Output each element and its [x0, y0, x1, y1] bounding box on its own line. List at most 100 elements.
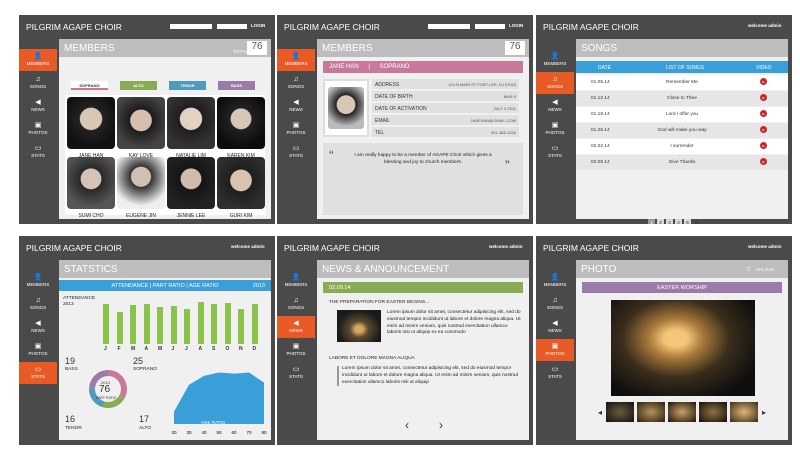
welcome-text: welcome admin	[489, 244, 523, 249]
username-field[interactable]	[428, 24, 470, 29]
page-button[interactable]: 5	[684, 219, 691, 224]
bass-count: 19	[65, 356, 76, 366]
page-button[interactable]: 2	[657, 219, 664, 224]
member-tile[interactable]: KAY LOVE	[117, 97, 165, 159]
welcome-text: welcome admin	[748, 244, 782, 249]
nav-stats[interactable]: ▭ STATS	[19, 362, 57, 384]
quote-close: ”	[505, 157, 510, 173]
password-field[interactable]	[217, 24, 247, 29]
nav-photos[interactable]: ▣ PHOTOS	[19, 339, 57, 361]
song-row[interactable]: 02.02.14 I surrender ▸	[576, 139, 788, 154]
member-tile[interactable]: GURI KIM	[217, 157, 265, 219]
nav-stats[interactable]: ▭ STATS	[536, 362, 574, 384]
nav-photos[interactable]: ▣ PHOTOS	[536, 118, 574, 140]
user-icon: 👤	[291, 53, 301, 60]
nav-photos[interactable]: ▣ PHOTOS	[277, 339, 315, 361]
nav-songs[interactable]: ♫ SONGS	[277, 72, 315, 94]
nav-photos[interactable]: ▣ PHOTOS	[277, 118, 315, 140]
nav-news[interactable]: ◀ NEWS	[19, 316, 57, 338]
nav-stats[interactable]: ▭ STATS	[536, 141, 574, 163]
page-button[interactable]: 4	[675, 219, 682, 224]
sidebar: 👤 MEMBERS ♫ SONGS ◀ NEWS ▣ PHOTOS ▭ STATS	[536, 39, 574, 224]
nav-news[interactable]: ◀ NEWS	[277, 316, 315, 338]
next-photo-icon[interactable]: ▸	[762, 408, 766, 417]
soprano-count: 25	[133, 356, 144, 366]
nav-news[interactable]: ◀ NEWS	[536, 316, 574, 338]
prev-photo-icon[interactable]: ◂	[598, 408, 602, 417]
nav-songs[interactable]: ♫ SONGS	[536, 293, 574, 315]
login-button[interactable]: LOGIN	[251, 23, 265, 28]
nav-songs[interactable]: ♫ SONGS	[536, 72, 574, 94]
song-row[interactable]: 01.19.14 Lord I offer you ▸	[576, 107, 788, 122]
user-icon: 👤	[291, 274, 301, 281]
col-date: DATE	[598, 65, 611, 71]
attendance-bar	[143, 304, 150, 344]
play-icon[interactable]: ▸	[760, 126, 767, 133]
song-row[interactable]: 01.26.14 God will make you way ▸	[576, 123, 788, 138]
nav-photos[interactable]: ▣ PHOTOS	[19, 118, 57, 140]
attendance-bar	[170, 306, 177, 344]
thumbnail[interactable]	[668, 402, 696, 422]
tab-bass[interactable]: BASS	[218, 81, 255, 90]
attendance-month-label: A	[198, 346, 203, 352]
nav-members[interactable]: 👤 MEMBERS	[19, 49, 57, 71]
megaphone-icon: ◀	[552, 99, 558, 106]
nav-photos[interactable]: ▣ PHOTOS	[536, 339, 574, 361]
member-tile[interactable]: JENNIE LEE	[167, 157, 215, 219]
member-photo	[217, 97, 265, 149]
play-icon[interactable]: ▸	[760, 110, 767, 117]
nav-news[interactable]: ◀ NEWS	[19, 95, 57, 117]
attendance-month-label: J	[185, 346, 188, 352]
song-row[interactable]: 02.09.14 Give Thanks ▸	[576, 155, 788, 170]
password-field[interactable]	[475, 24, 505, 29]
nav-members[interactable]: 👤 MEMBERS	[536, 270, 574, 292]
nav-songs[interactable]: ♫ SONGS	[277, 293, 315, 315]
member-tile[interactable]: EUGENE JIN	[117, 157, 165, 219]
news-panel: NEWS & ANNOUNCEMENT 02.09.14 THE PREPARA…	[317, 260, 529, 440]
member-tile[interactable]: JANE HAN	[67, 97, 115, 159]
tab-tenor[interactable]: TENOR	[169, 81, 206, 90]
song-row[interactable]: 01.05.14 Remember Me ▸	[576, 75, 788, 90]
tab-alto[interactable]: ALTO	[120, 81, 157, 90]
member-tile[interactable]: SUMI CHO	[67, 157, 115, 219]
login-button[interactable]: LOGIN	[509, 23, 523, 28]
attendance-bar	[251, 304, 258, 344]
member-tile[interactable]: KAREN KIM	[217, 97, 265, 159]
nav-members[interactable]: 👤 MEMBERS	[277, 270, 315, 292]
tenor-label: TENOR	[65, 426, 82, 431]
song-row[interactable]: 01.12.14 Close to Thee ▸	[576, 91, 788, 106]
member-tile[interactable]: NATALIE LIM	[167, 97, 215, 159]
thumbnail[interactable]	[699, 402, 727, 422]
nav-stats[interactable]: ▭ STATS	[277, 362, 315, 384]
nav-songs[interactable]: ♫ SONGS	[19, 72, 57, 94]
thumbnail[interactable]	[606, 402, 634, 422]
megaphone-icon: ◀	[293, 320, 299, 327]
play-icon[interactable]: ▸	[760, 78, 767, 85]
upload-button[interactable]: UPLOAD	[756, 267, 775, 272]
play-icon[interactable]: ▸	[760, 142, 767, 149]
upload-icon[interactable]: ⇪	[746, 266, 751, 273]
play-icon[interactable]: ▸	[760, 158, 767, 165]
page-button[interactable]: 3	[666, 219, 673, 224]
thumbnail[interactable]	[730, 402, 758, 422]
page-button[interactable]: 1	[648, 219, 655, 224]
member-photo	[117, 157, 165, 209]
next-page-icon[interactable]: ▸	[693, 219, 700, 224]
thumbnail[interactable]	[637, 402, 665, 422]
alto-count: 17	[139, 414, 150, 424]
nav-songs[interactable]: ♫ SONGS	[19, 293, 57, 315]
attendance-month-label: M	[158, 346, 163, 352]
attendance-bar	[103, 304, 109, 344]
nav-news[interactable]: ◀ NEWS	[536, 95, 574, 117]
nav-stats[interactable]: ▭ STATS	[19, 141, 57, 163]
play-icon[interactable]: ▸	[760, 94, 767, 101]
username-field[interactable]	[170, 24, 212, 29]
nav-members[interactable]: 👤 MEMBERS	[19, 270, 57, 292]
next-arrow-icon[interactable]: ›	[439, 418, 443, 432]
tab-soprano[interactable]: SOPRANO	[71, 81, 108, 90]
prev-arrow-icon[interactable]: ‹	[405, 418, 409, 432]
nav-members[interactable]: 👤 MEMBERS	[277, 49, 315, 71]
nav-news[interactable]: ◀ NEWS	[277, 95, 315, 117]
nav-members[interactable]: 👤 MEMBERS	[536, 49, 574, 71]
nav-stats[interactable]: ▭ STATS	[277, 141, 315, 163]
